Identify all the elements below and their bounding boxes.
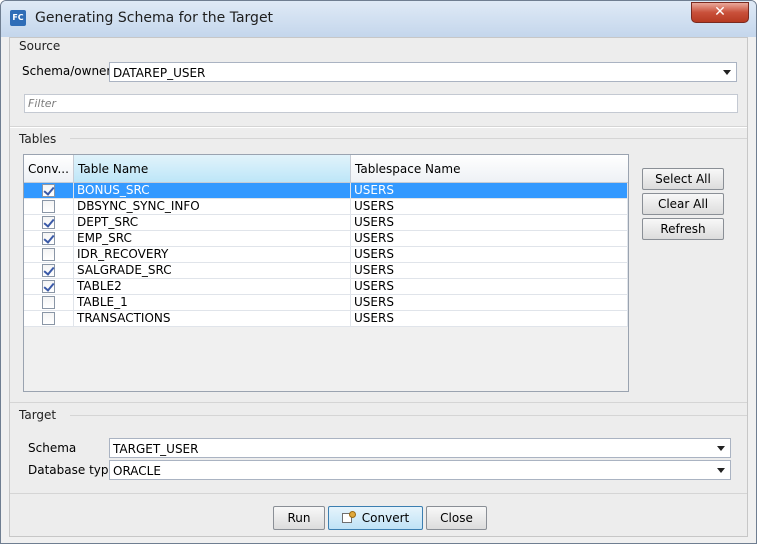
convert-checkbox[interactable] <box>42 248 55 261</box>
convert-checkbox[interactable] <box>42 264 55 277</box>
convert-checkbox[interactable] <box>42 280 55 293</box>
table-row[interactable]: DEPT_SRC USERS <box>24 215 628 231</box>
target-section-label: Target <box>19 408 57 422</box>
convert-cell <box>24 295 74 311</box>
convert-button-label: Convert <box>361 511 410 525</box>
convert-checkbox[interactable] <box>42 232 55 245</box>
schema-owner-label: Schema/owner <box>22 64 112 78</box>
divider <box>70 415 747 416</box>
divider <box>10 127 747 128</box>
convert-cell <box>24 263 74 279</box>
column-header-table-name[interactable]: Table Name <box>74 155 351 182</box>
table-row[interactable]: DBSYNC_SYNC_INFO USERS <box>24 199 628 215</box>
source-section-label: Source <box>19 39 61 53</box>
table-name-cell: SALGRADE_SRC <box>74 263 351 279</box>
table-row[interactable]: TABLE2 USERS <box>24 279 628 295</box>
convert-checkbox[interactable] <box>42 216 55 229</box>
close-window-button[interactable]: ✕ <box>691 2 749 23</box>
database-type-select[interactable]: ORACLE <box>109 460 731 480</box>
run-button[interactable]: Run <box>273 506 325 530</box>
schema-owner-select[interactable]: DATAREP_USER <box>109 62 737 82</box>
table-name-cell: DEPT_SRC <box>74 215 351 231</box>
tablespace-name-cell: USERS <box>351 215 628 231</box>
table-row[interactable]: TRANSACTIONS USERS <box>24 311 628 327</box>
dialog-content: Source Schema/owner DATAREP_USER Tables … <box>9 37 748 537</box>
close-button[interactable]: Close <box>426 506 487 530</box>
filter-field[interactable] <box>24 94 740 113</box>
chevron-down-icon <box>717 446 725 451</box>
close-icon: ✕ <box>714 4 726 20</box>
tablespace-name-cell: USERS <box>351 295 628 311</box>
database-type-label: Database type <box>28 463 116 477</box>
convert-cell <box>24 311 74 327</box>
target-schema-label: Schema <box>28 441 77 455</box>
convert-cell <box>24 183 74 199</box>
select-all-button[interactable]: Select All <box>642 168 724 190</box>
table-row[interactable]: TABLE_1 USERS <box>24 295 628 311</box>
column-header-tablespace-name[interactable]: Tablespace Name <box>351 155 628 182</box>
convert-cell <box>24 199 74 215</box>
divider <box>70 138 747 139</box>
convert-checkbox[interactable] <box>42 296 55 309</box>
table-name-cell: DBSYNC_SYNC_INFO <box>74 199 351 215</box>
convert-cell <box>24 279 74 295</box>
tablespace-name-cell: USERS <box>351 247 628 263</box>
convert-gear-icon <box>341 511 356 524</box>
filter-input[interactable] <box>25 95 740 112</box>
clear-all-button[interactable]: Clear All <box>642 193 724 215</box>
table-name-cell: TRANSACTIONS <box>74 311 351 327</box>
table-name-cell: TABLE2 <box>74 279 351 295</box>
dialog-window: FC Generating Schema for the Target ✕ So… <box>0 0 757 544</box>
convert-cell <box>24 215 74 231</box>
chevron-down-icon <box>717 468 725 473</box>
table-name-cell: EMP_SRC <box>74 231 351 247</box>
refresh-button[interactable]: Refresh <box>642 218 724 240</box>
column-header-convert[interactable]: Conv... <box>24 155 74 182</box>
table-name-cell: BONUS_SRC <box>74 183 351 199</box>
tablespace-name-cell: USERS <box>351 199 628 215</box>
window-title: Generating Schema for the Target <box>35 10 274 26</box>
tablespace-name-cell: USERS <box>351 311 628 327</box>
tablespace-name-cell: USERS <box>351 231 628 247</box>
table-row[interactable]: IDR_RECOVERY USERS <box>24 247 628 263</box>
table-row[interactable]: SALGRADE_SRC USERS <box>24 263 628 279</box>
table-name-cell: IDR_RECOVERY <box>74 247 351 263</box>
divider <box>10 402 747 403</box>
convert-cell <box>24 247 74 263</box>
convert-button[interactable]: Convert <box>328 506 423 530</box>
table-name-cell: TABLE_1 <box>74 295 351 311</box>
table-header: Conv... Table Name Tablespace Name <box>24 155 628 183</box>
tables-grid[interactable]: Conv... Table Name Tablespace Name BONUS… <box>23 154 629 392</box>
convert-checkbox[interactable] <box>42 184 55 197</box>
schema-owner-value: DATAREP_USER <box>113 66 206 80</box>
divider <box>10 493 747 494</box>
tablespace-name-cell: USERS <box>351 279 628 295</box>
tables-section-label: Tables <box>19 132 57 146</box>
table-row[interactable]: EMP_SRC USERS <box>24 231 628 247</box>
tablespace-name-cell: USERS <box>351 263 628 279</box>
convert-cell <box>24 231 74 247</box>
table-row[interactable]: BONUS_SRC USERS <box>24 183 628 199</box>
database-type-value: ORACLE <box>113 464 161 478</box>
app-icon: FC <box>10 10 26 26</box>
target-schema-select[interactable]: TARGET_USER <box>109 438 731 458</box>
convert-checkbox[interactable] <box>42 200 55 213</box>
convert-checkbox[interactable] <box>42 312 55 325</box>
title-bar[interactable]: FC Generating Schema for the Target ✕ <box>1 1 756 37</box>
target-schema-value: TARGET_USER <box>113 442 199 456</box>
chevron-down-icon <box>723 70 731 75</box>
tablespace-name-cell: USERS <box>351 183 628 199</box>
